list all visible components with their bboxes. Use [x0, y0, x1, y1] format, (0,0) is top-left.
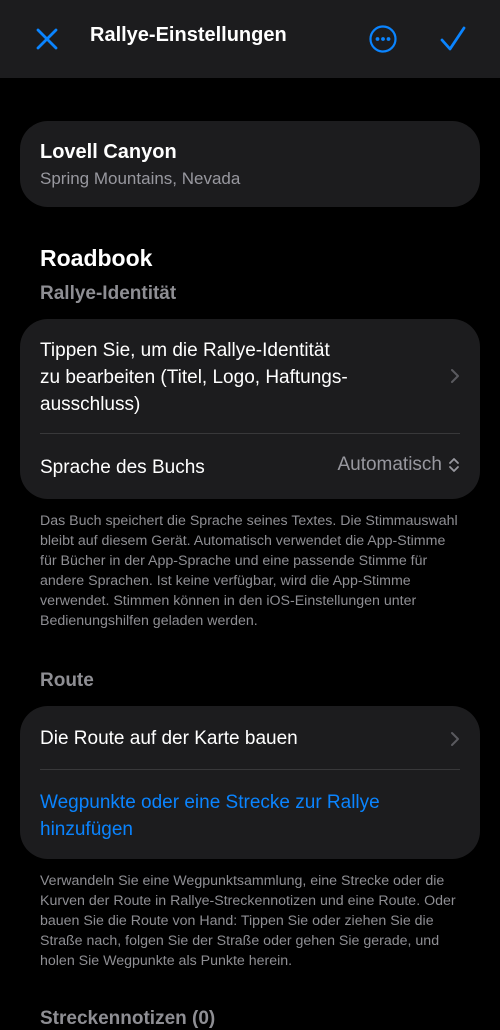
- rallye-identity-heading: Rallye-Identität: [40, 283, 177, 304]
- edit-identity-row[interactable]: Tippen Sie, um die Rallye-Identität zu b…: [20, 319, 480, 433]
- roadbook-card: Tippen Sie, um die Rallye-Identität zu b…: [20, 319, 480, 499]
- location-name: Lovell Canyon: [40, 141, 177, 163]
- build-route-row[interactable]: Die Route auf der Karte bauen: [20, 706, 480, 769]
- location-card: Lovell Canyon Spring Mountains, Nevada: [20, 121, 480, 207]
- roadbook-heading: Roadbook: [40, 245, 153, 271]
- edit-identity-label: Tippen Sie, um die Rallye-Identität zu b…: [40, 340, 348, 415]
- page-title: Rallye-Einstellungen: [90, 24, 287, 46]
- book-language-value: Automatisch: [337, 454, 442, 475]
- build-route-label: Die Route auf der Karte bauen: [40, 728, 298, 749]
- language-note: Das Buch speichert die Sprache seines Te…: [40, 513, 458, 629]
- chevron-right-icon: [451, 369, 459, 383]
- confirm-button[interactable]: [436, 22, 470, 56]
- book-language-label: Sprache des Buchs: [40, 457, 205, 478]
- checkmark-icon: [440, 26, 466, 51]
- close-button[interactable]: [30, 22, 64, 56]
- divider: [40, 769, 460, 770]
- close-icon: [36, 28, 58, 50]
- book-language-row[interactable]: Sprache des Buchs Automatisch: [20, 434, 480, 499]
- route-note: Verwandeln Sie eine Wegpunktsammlung, ei…: [40, 873, 456, 969]
- chevron-up-down-icon: [449, 458, 459, 472]
- add-waypoints-link[interactable]: Wegpunkte oder eine Strecke zur Rallye h…: [40, 789, 380, 843]
- location-region: Spring Mountains, Nevada: [40, 169, 241, 188]
- book-language-select[interactable]: Automatisch: [337, 454, 460, 476]
- track-notes-heading: Streckennotizen (0): [40, 1008, 216, 1029]
- more-icon: [369, 25, 397, 53]
- route-card: Die Route auf der Karte bauen Wegpunkte …: [20, 706, 480, 859]
- more-button[interactable]: [366, 22, 400, 56]
- navigation-bar: Rallye-Einstellungen: [0, 0, 500, 78]
- route-heading: Route: [40, 670, 94, 691]
- chevron-right-icon: [451, 732, 459, 746]
